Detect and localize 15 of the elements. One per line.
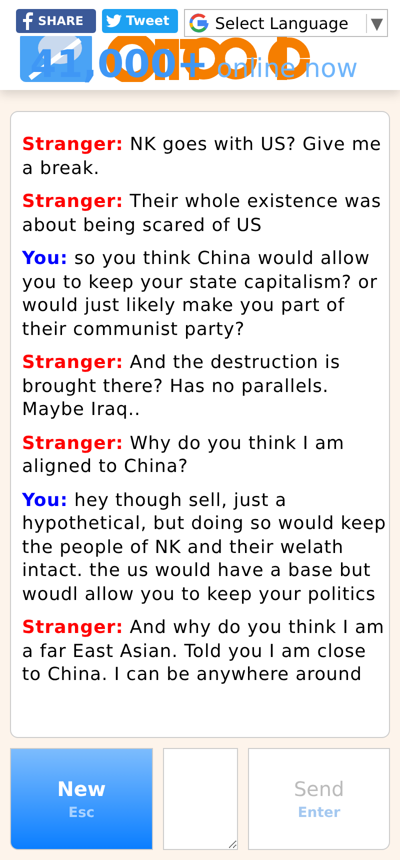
message-field[interactable] <box>163 748 238 850</box>
chat-message: Stranger: And why do you think I am a far East Asian. Told you I am close to China. I can be anywhere around <box>22 616 386 686</box>
g-icon <box>189 13 209 33</box>
chat-message: You: hey though sell, just a hypothetical, but doing so would keep the people of NK and their welath intact. the us would have a base but woudl allow you to keep your politics <box>22 488 387 606</box>
new-button[interactable]: New Esc <box>10 748 153 850</box>
language-select[interactable]: Select Language ▼ <box>184 9 388 37</box>
chat-message: Stranger: NK goes with US? Give me a break. <box>22 133 382 180</box>
facebook-icon <box>20 12 34 30</box>
chat-message: Stranger: Why do you think I am aligned to China? <box>22 432 346 478</box>
chat-message: You: so you think China would allow you to keep your state capitalism? or would just likely make you part of their communist party? <box>22 247 379 341</box>
bird-icon <box>106 14 122 28</box>
chat-message: Stranger: Their whole existence was about being scared of US <box>22 190 382 237</box>
chat-message: Stranger: And the destruction is brought there? Has no parallels. Maybe Iraq.. <box>22 351 342 422</box>
share-button[interactable]: SHARE <box>16 9 96 33</box>
tweet-button[interactable]: Tweet <box>102 9 178 33</box>
